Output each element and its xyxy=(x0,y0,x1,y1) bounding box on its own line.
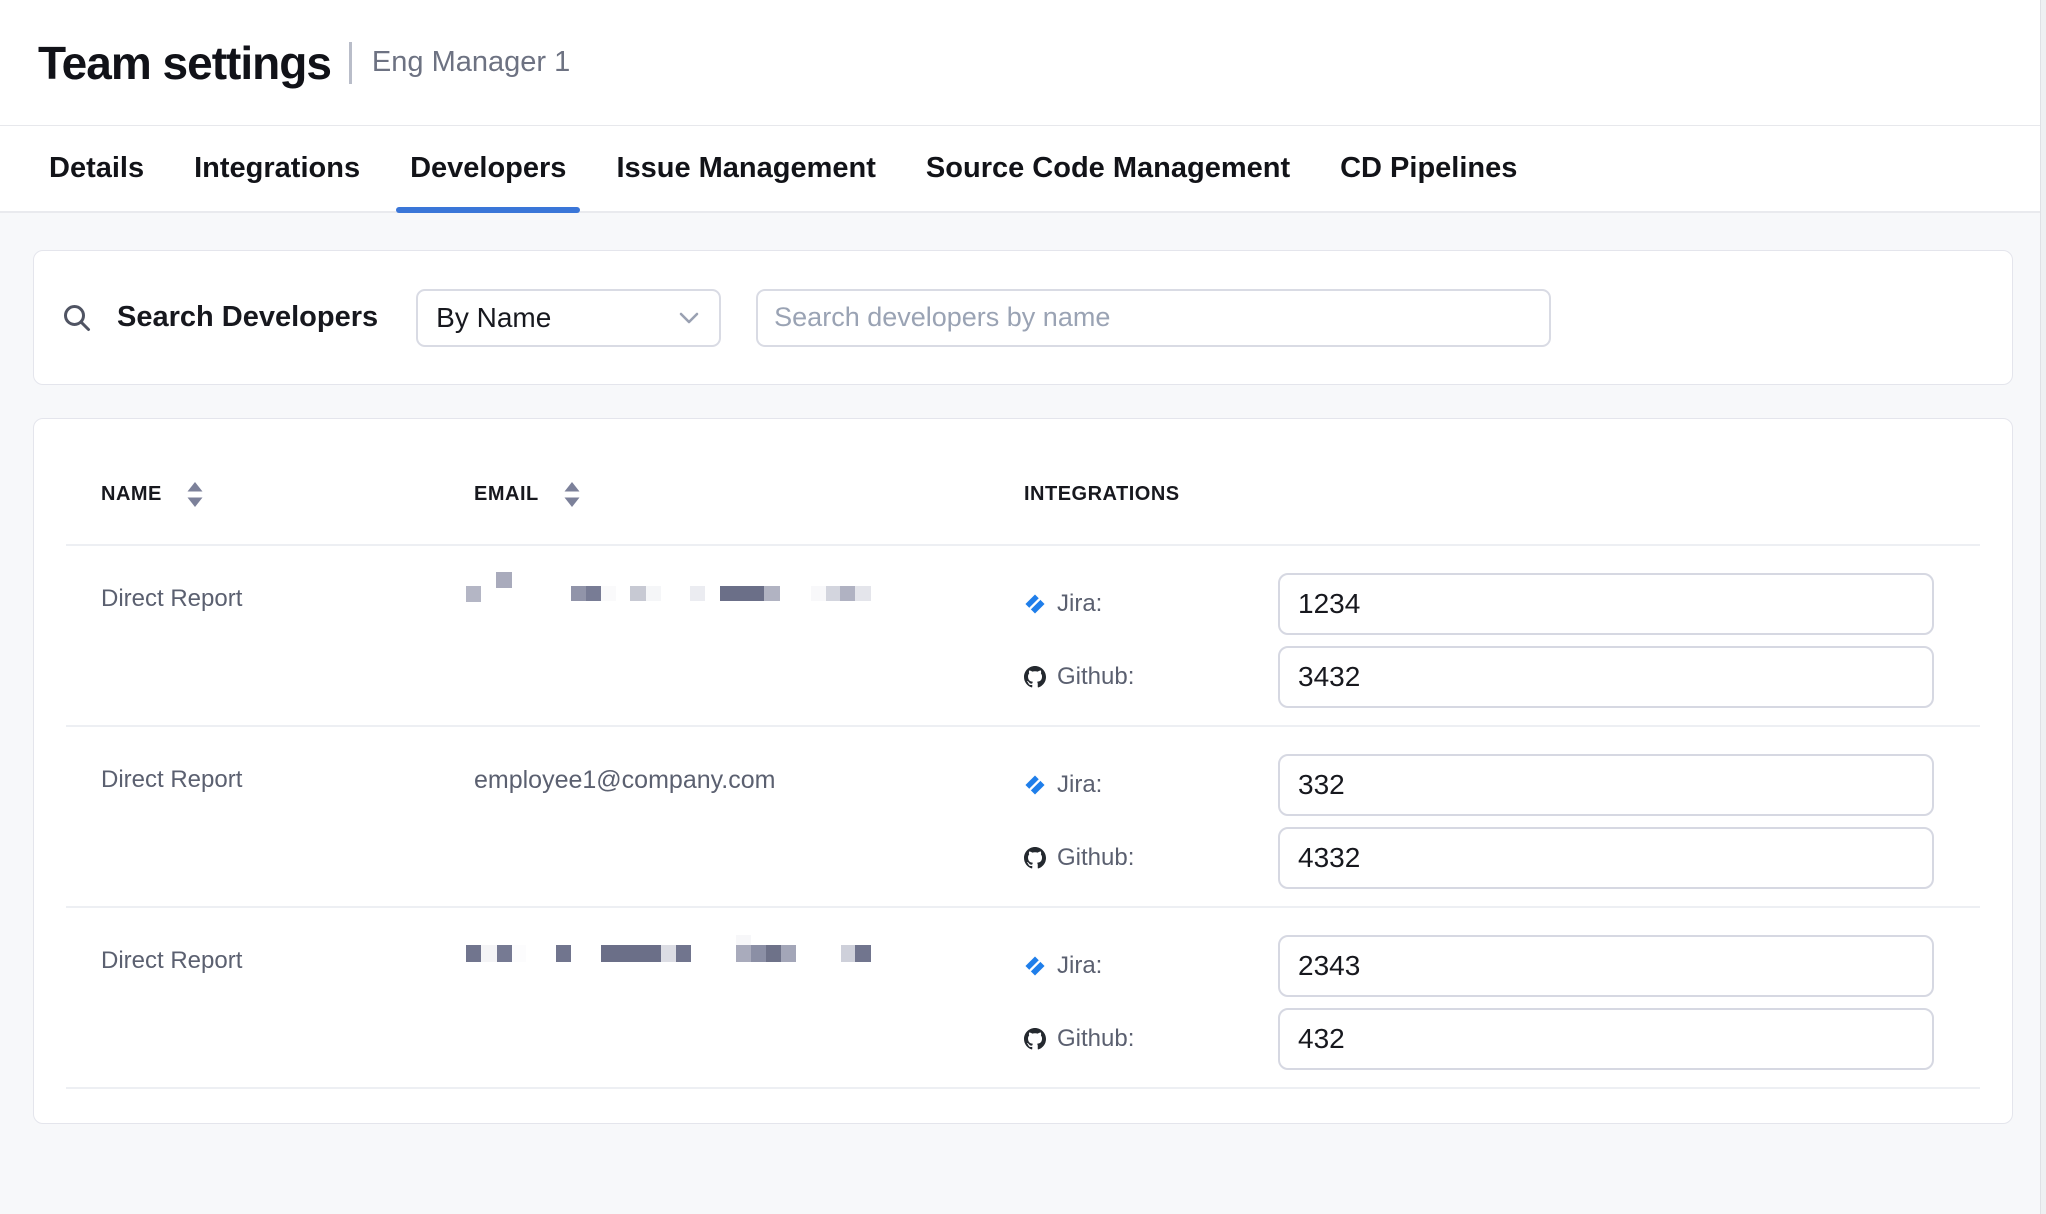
github-integration-label: Github: xyxy=(1024,1025,1278,1053)
title-divider xyxy=(349,42,352,84)
column-header-integrations: INTEGRATIONS xyxy=(1024,481,1980,508)
page-header: Team settings Eng Manager 1 xyxy=(0,0,2046,126)
developer-name: Direct Report xyxy=(66,935,474,1070)
scrollbar[interactable] xyxy=(2040,0,2046,1214)
column-label: INTEGRATIONS xyxy=(1024,483,1180,506)
redacted-email xyxy=(474,935,894,981)
row-integrations: Jira: Github: xyxy=(1024,935,1980,1070)
search-icon xyxy=(61,302,93,334)
github-integration: Github: xyxy=(1024,646,1980,708)
github-icon xyxy=(1024,666,1046,688)
search-filter-select[interactable]: By Name xyxy=(416,289,721,347)
column-header-email[interactable]: EMAIL xyxy=(474,481,1024,508)
table-row: Direct Report Jira: Github: xyxy=(66,546,1980,727)
jira-integration-label: Jira: xyxy=(1024,952,1278,980)
github-id-input[interactable] xyxy=(1278,646,1934,708)
topbar: Team settings Eng Manager 1 Details Integ… xyxy=(0,0,2046,213)
github-integration-label: Github: xyxy=(1024,844,1278,872)
developer-email xyxy=(474,935,1024,1070)
jira-icon xyxy=(1024,774,1046,796)
jira-integration: Jira: xyxy=(1024,573,1980,635)
page-title: Team settings xyxy=(38,36,331,90)
github-icon xyxy=(1024,847,1046,869)
jira-integration-label: Jira: xyxy=(1024,771,1278,799)
tab-cd-pipelines[interactable]: CD Pipelines xyxy=(1326,126,1531,211)
page-subtitle: Eng Manager 1 xyxy=(372,46,570,79)
developer-email xyxy=(474,573,1024,708)
github-label: Github: xyxy=(1057,663,1134,691)
table-row: Direct Report employee1@company.com Jira… xyxy=(66,727,1980,908)
tab-details[interactable]: Details xyxy=(35,126,158,211)
tab-integrations[interactable]: Integrations xyxy=(180,126,374,211)
developer-email: employee1@company.com xyxy=(474,754,1024,889)
content: Search Developers By Name NAME xyxy=(0,213,2046,1124)
developers-table: NAME EMAIL INTEGRATIONS xyxy=(33,418,2013,1124)
jira-integration: Jira: xyxy=(1024,935,1980,997)
table-header: NAME EMAIL INTEGRATIONS xyxy=(66,419,1980,546)
column-label: EMAIL xyxy=(474,483,539,506)
github-integration-label: Github: xyxy=(1024,663,1278,691)
jira-id-input[interactable] xyxy=(1278,573,1934,635)
github-integration: Github: xyxy=(1024,1008,1980,1070)
tab-label: Issue Management xyxy=(616,152,875,185)
github-integration: Github: xyxy=(1024,827,1980,889)
jira-icon xyxy=(1024,955,1046,977)
redacted-email xyxy=(474,573,894,619)
sort-icon[interactable] xyxy=(186,481,204,508)
jira-label: Jira: xyxy=(1057,590,1102,618)
jira-integration-label: Jira: xyxy=(1024,590,1278,618)
filter-selected-value: By Name xyxy=(436,302,551,334)
tab-label: Integrations xyxy=(194,152,360,185)
sort-icon[interactable] xyxy=(563,481,581,508)
search-panel: Search Developers By Name xyxy=(33,250,2013,385)
row-integrations: Jira: Github: xyxy=(1024,754,1980,889)
tab-label: CD Pipelines xyxy=(1340,152,1517,185)
column-header-name[interactable]: NAME xyxy=(66,481,474,508)
tab-label: Source Code Management xyxy=(926,152,1290,185)
tab-issue-management[interactable]: Issue Management xyxy=(602,126,889,211)
tab-source-code-management[interactable]: Source Code Management xyxy=(912,126,1304,211)
chevron-down-icon xyxy=(679,312,699,324)
table-body: Direct Report Jira: Github: xyxy=(66,546,1980,1089)
jira-label: Jira: xyxy=(1057,771,1102,799)
search-input[interactable] xyxy=(756,289,1551,347)
github-label: Github: xyxy=(1057,844,1134,872)
developer-name: Direct Report xyxy=(66,754,474,889)
page: Team settings Eng Manager 1 Details Integ… xyxy=(0,0,2046,1124)
row-integrations: Jira: Github: xyxy=(1024,573,1980,708)
table-row: Direct Report Jira: Github: xyxy=(66,908,1980,1089)
developer-name: Direct Report xyxy=(66,573,474,708)
tab-developers[interactable]: Developers xyxy=(396,126,580,211)
github-label: Github: xyxy=(1057,1025,1134,1053)
tab-label: Details xyxy=(49,152,144,185)
github-id-input[interactable] xyxy=(1278,827,1934,889)
search-label: Search Developers xyxy=(117,301,378,334)
jira-integration: Jira: xyxy=(1024,754,1980,816)
jira-id-input[interactable] xyxy=(1278,754,1934,816)
column-label: NAME xyxy=(101,483,162,506)
jira-label: Jira: xyxy=(1057,952,1102,980)
tabs: Details Integrations Developers Issue Manag… xyxy=(0,126,2046,213)
jira-icon xyxy=(1024,593,1046,615)
github-id-input[interactable] xyxy=(1278,1008,1934,1070)
jira-id-input[interactable] xyxy=(1278,935,1934,997)
tab-label: Developers xyxy=(410,152,566,185)
github-icon xyxy=(1024,1028,1046,1050)
